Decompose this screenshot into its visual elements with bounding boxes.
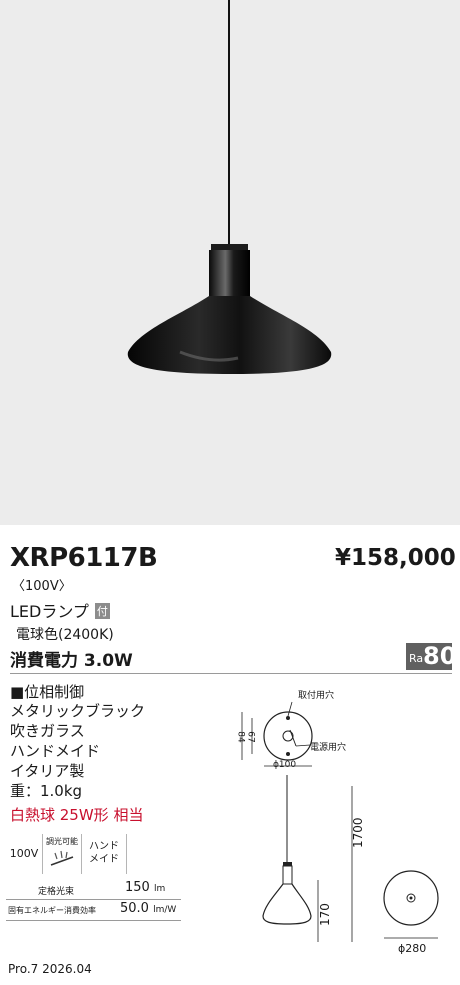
product-photo [0, 0, 460, 525]
rated-flux-unit: lm [153, 884, 166, 894]
lamp-type: LEDランプ付 [10, 598, 110, 622]
ra-value: 80 [423, 642, 457, 670]
efficiency-label: 固有エネルギー消費効率 [8, 906, 96, 915]
canopy-center [282, 730, 294, 742]
efficiency-number: 50.0 [120, 901, 149, 916]
dimmable-feature: 調光可能 [43, 834, 82, 874]
dim-280: ϕ280 [398, 942, 427, 955]
mount-hole-label: 取付用穴 [298, 691, 335, 701]
pendant-lamp-image [127, 0, 332, 374]
rated-flux-value: 150 lm [125, 880, 165, 895]
price: ¥158,000 [335, 545, 456, 571]
dimension-drawing [241, 701, 439, 942]
handmade-line: メイド [89, 854, 119, 865]
lamp-label: LEDランプ [10, 602, 89, 621]
spec-line: ■位相制御 [10, 683, 85, 701]
shade-neck [282, 865, 293, 885]
mount-hole-mark [286, 752, 290, 756]
dimmer-icon [50, 850, 74, 866]
efficiency-unit: lm/W [153, 905, 177, 915]
dimmable-label: 調光可能 [46, 837, 78, 846]
spec-line: 吹きガラス [10, 722, 85, 740]
shade-outline [262, 883, 312, 925]
incandescent-equivalent: 白熱球 25W形 相当 [10, 806, 144, 824]
light-color: 電球色(2400K) [16, 627, 114, 643]
dim-84: 84 [235, 731, 246, 743]
power-hole-label: 電源用穴 [310, 743, 347, 753]
mount-hole-mark [286, 716, 290, 720]
power-consumption: 消費電力 3.0W [10, 651, 133, 671]
dim-67: 67 [245, 731, 256, 743]
ra-label: Ra [409, 652, 424, 665]
spec-line: イタリア製 [10, 762, 85, 780]
rated-flux-label: 定格光束 [38, 887, 75, 897]
divider [10, 673, 452, 674]
spec-line: 重：1.0kg [10, 782, 83, 800]
included-badge: 付 [94, 603, 110, 619]
handmade-feature: ハンド メイド [82, 834, 127, 874]
table-rule [6, 920, 181, 921]
dim-100: ϕ100 [273, 760, 297, 770]
table-rule [6, 899, 181, 900]
model-number: XRP6117B [10, 543, 158, 573]
handmade-line: ハンド [89, 841, 119, 852]
rated-flux-number: 150 [125, 880, 150, 895]
dim-1700: 1700 [351, 817, 365, 848]
efficiency-value: 50.0 lm/W [120, 901, 176, 916]
spec-line: メタリックブラック [10, 702, 146, 720]
spec-line: ハンドメイド [10, 742, 101, 760]
footer-catalog-date: Pro.7 2026.04 [8, 962, 92, 976]
ra-badge: Ra 80 [406, 642, 456, 670]
voltage-label: 〈100V〉 [12, 579, 72, 594]
voltage-feature: 100V [6, 834, 43, 874]
dim-170: 170 [318, 903, 332, 926]
